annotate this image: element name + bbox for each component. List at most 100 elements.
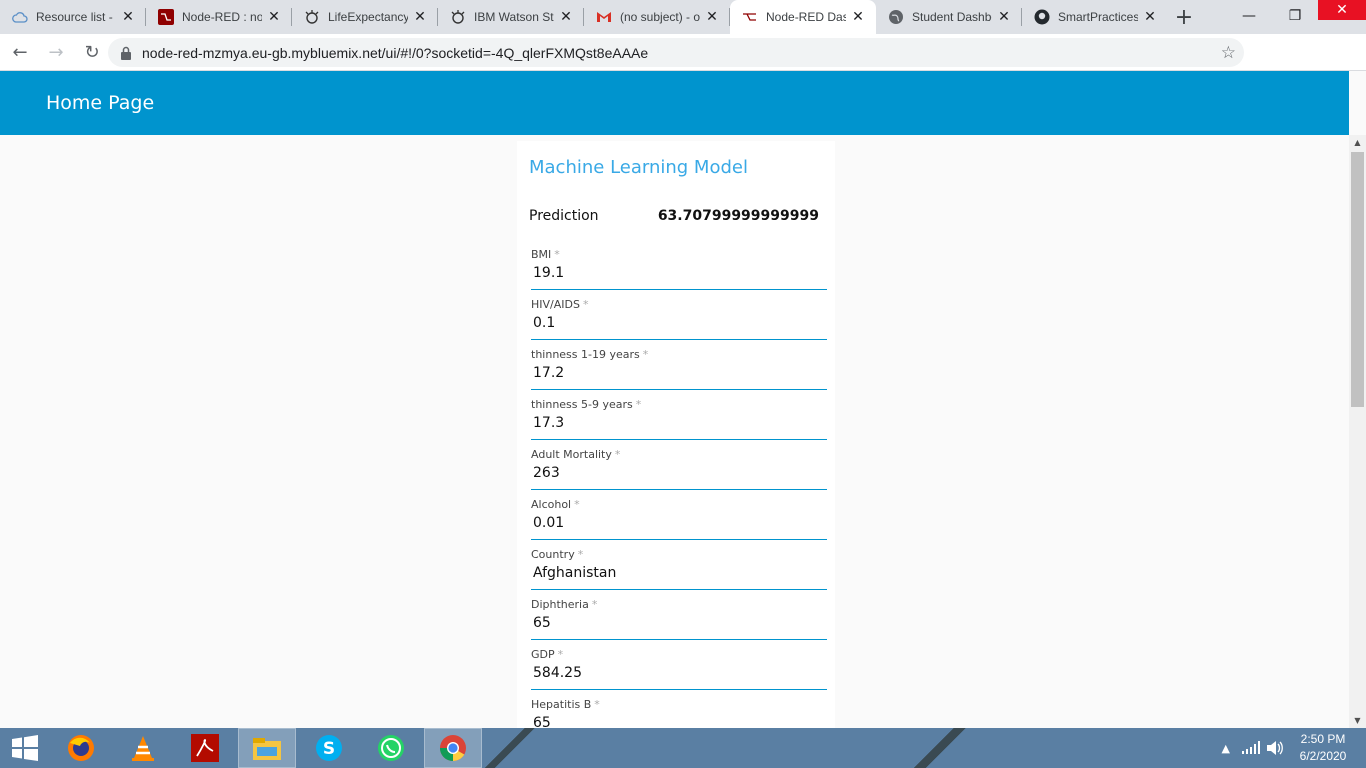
- hiv-aids-input[interactable]: [533, 315, 823, 331]
- node-red-icon: [158, 9, 174, 25]
- diphtheria-field[interactable]: Diphtheria *: [531, 598, 827, 640]
- required-mark: *: [557, 648, 564, 661]
- browser-tab[interactable]: Student Dashbo ✕: [876, 0, 1022, 34]
- field-label: thinness 5-9 years: [531, 398, 633, 411]
- vlc-icon[interactable]: [114, 728, 172, 768]
- tab-title: Node-RED Dash: [766, 10, 846, 24]
- hiv-aids-field[interactable]: HIV/AIDS *: [531, 298, 827, 340]
- thinness-1-19-field[interactable]: thinness 1-19 years *: [531, 348, 827, 390]
- acrobat-icon[interactable]: [176, 728, 234, 768]
- clock-time: 2:50 PM: [1300, 732, 1346, 746]
- minimize-icon[interactable]: —: [1226, 0, 1272, 32]
- scroll-up-icon[interactable]: ▲: [1349, 135, 1366, 150]
- forward-arrow-icon[interactable]: →: [40, 36, 72, 68]
- svg-text:S: S: [323, 739, 335, 759]
- close-icon[interactable]: ✕: [704, 9, 720, 25]
- browser-tab[interactable]: SmartPractices ✕: [1022, 0, 1168, 34]
- browser-tab[interactable]: (no subject) - o ✕: [584, 0, 730, 34]
- alcohol-input[interactable]: [533, 515, 823, 531]
- browser-tab[interactable]: LifeExpectancyP ✕: [292, 0, 438, 34]
- browser-toolbar: ← → ↻ node-red-mzmya.eu-gb.mybluemix.net…: [0, 34, 1366, 97]
- back-arrow-icon[interactable]: ←: [4, 36, 36, 68]
- required-mark: *: [635, 398, 642, 411]
- field-label: thinness 1-19 years: [531, 348, 640, 361]
- tab-title: Resource list - I: [36, 10, 116, 24]
- hepatitis-b-input[interactable]: [533, 715, 823, 728]
- browser-tab[interactable]: IBM Watson Stu ✕: [438, 0, 584, 34]
- thinness-5-9-field[interactable]: thinness 5-9 years *: [531, 398, 827, 440]
- required-mark: *: [614, 448, 621, 461]
- field-label: Hepatitis B: [531, 698, 592, 711]
- scrollbar-thumb[interactable]: [1351, 152, 1364, 407]
- show-desktop-button[interactable]: [1358, 728, 1366, 768]
- windows-taskbar: S ▲ 2:50 PM 6/2/2020: [0, 728, 1366, 768]
- required-mark: *: [574, 498, 580, 511]
- bmi-field[interactable]: BMI *: [531, 248, 827, 290]
- gdp-input[interactable]: [533, 665, 823, 681]
- browser-tab-active[interactable]: Node-RED Dash ✕: [730, 0, 876, 34]
- browser-tab[interactable]: Resource list - I ✕: [0, 0, 146, 34]
- whatsapp-icon[interactable]: [362, 728, 420, 768]
- field-label: GDP: [531, 648, 555, 661]
- close-icon[interactable]: ✕: [850, 9, 866, 25]
- browser-tab-bar: Resource list - I ✕ Node-RED : noc ✕ Lif…: [0, 0, 1366, 34]
- watson-icon: [450, 9, 466, 25]
- reload-icon[interactable]: ↻: [76, 36, 108, 68]
- skype-icon[interactable]: S: [300, 728, 358, 768]
- watson-icon: [304, 9, 320, 25]
- hepatitis-b-field[interactable]: Hepatitis B *: [531, 698, 827, 728]
- required-mark: *: [642, 348, 649, 361]
- required-mark: *: [582, 298, 589, 311]
- system-clock[interactable]: 2:50 PM 6/2/2020: [1288, 731, 1358, 765]
- firefox-icon[interactable]: [52, 728, 110, 768]
- field-label: Country: [531, 548, 575, 561]
- adult-mortality-field[interactable]: Adult Mortality *: [531, 448, 827, 490]
- windows-start-icon[interactable]: [0, 728, 50, 768]
- close-icon[interactable]: ✕: [266, 9, 282, 25]
- bookmark-star-icon[interactable]: ☆: [1221, 43, 1236, 63]
- required-mark: *: [577, 548, 584, 561]
- github-icon: [1034, 9, 1050, 25]
- page-scrollbar[interactable]: ▲ ▼: [1349, 135, 1366, 728]
- field-label: Alcohol: [531, 498, 572, 511]
- diphtheria-input[interactable]: [533, 615, 823, 631]
- tab-title: IBM Watson Stu: [474, 10, 554, 24]
- required-mark: *: [594, 698, 600, 711]
- close-icon[interactable]: ✕: [1142, 9, 1158, 25]
- tab-title: Student Dashbo: [912, 10, 992, 24]
- close-icon[interactable]: ✕: [996, 9, 1012, 25]
- show-hidden-icons-icon[interactable]: ▲: [1222, 742, 1230, 755]
- gmail-icon: [596, 9, 612, 25]
- field-label: Adult Mortality: [531, 448, 612, 461]
- address-bar[interactable]: node-red-mzmya.eu-gb.mybluemix.net/ui/#!…: [108, 38, 1244, 67]
- close-icon[interactable]: ✕: [412, 9, 428, 25]
- tab-title: (no subject) - o: [620, 10, 700, 24]
- close-window-icon[interactable]: ✕: [1318, 0, 1366, 20]
- prediction-row: Prediction 63.70799999999999: [529, 208, 819, 224]
- restore-icon[interactable]: ❐: [1272, 0, 1318, 32]
- close-icon[interactable]: ✕: [120, 9, 136, 25]
- card-title: Machine Learning Model: [529, 157, 748, 178]
- field-label: Diphtheria: [531, 598, 589, 611]
- close-icon[interactable]: ✕: [558, 9, 574, 25]
- tab-title: Node-RED : noc: [182, 10, 262, 24]
- alcohol-field[interactable]: Alcohol *: [531, 498, 827, 540]
- tab-title: SmartPractices: [1058, 10, 1138, 24]
- gdp-field[interactable]: GDP *: [531, 648, 827, 690]
- new-tab-button[interactable]: +: [1168, 0, 1200, 34]
- window-controls: — ❐ ✕: [1226, 0, 1366, 32]
- bmi-input[interactable]: [533, 265, 823, 281]
- file-explorer-icon[interactable]: [238, 728, 296, 768]
- thinness-5-9-input[interactable]: [533, 415, 823, 431]
- scroll-down-icon[interactable]: ▼: [1349, 713, 1366, 728]
- thinness-1-19-input[interactable]: [533, 365, 823, 381]
- browser-tab[interactable]: Node-RED : noc ✕: [146, 0, 292, 34]
- adult-mortality-input[interactable]: [533, 465, 823, 481]
- lock-icon: [121, 46, 131, 60]
- volume-icon[interactable]: [1266, 740, 1284, 756]
- country-field[interactable]: Country *: [531, 548, 827, 590]
- network-icon[interactable]: [1242, 741, 1260, 755]
- page-title: Home Page: [46, 92, 155, 114]
- chrome-icon[interactable]: [424, 728, 482, 768]
- country-input[interactable]: [533, 565, 823, 581]
